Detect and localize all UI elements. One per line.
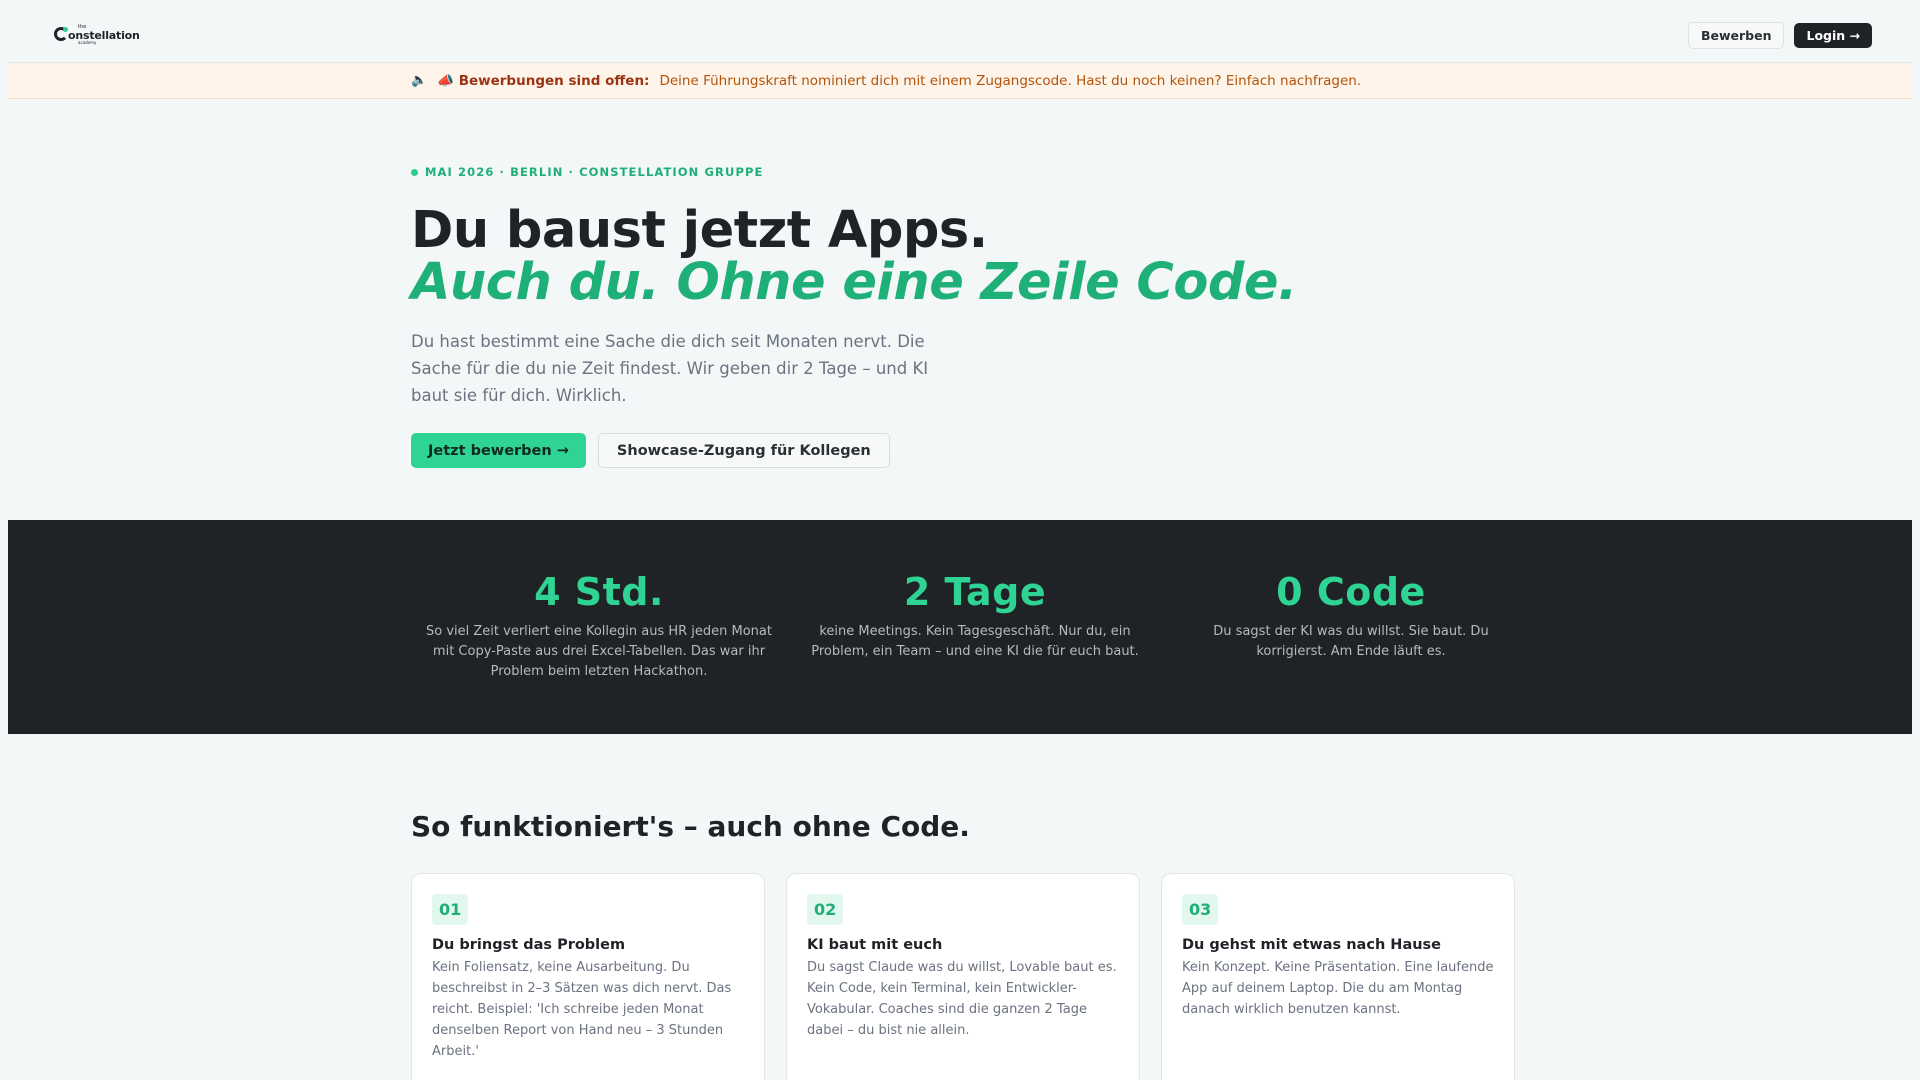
hero-headline: Du baust jetzt Apps.: [411, 201, 988, 260]
step-title: Du bringst das Problem: [432, 937, 626, 953]
stat-desc: keine Meetings. Kein Tagesgeschäft. Nur …: [811, 624, 1139, 659]
step-number-badge: 01: [432, 894, 469, 925]
step-card: 03 Du gehst mit etwas nach Hause Kein Ko…: [1161, 873, 1515, 1080]
step-card: 01 Du bringst das Problem Kein Foliensat…: [411, 873, 765, 1080]
eyebrow-text: MAI 2026 · BERLIN · CONSTELLATION GRUPPE: [425, 165, 764, 179]
showcase-access-button[interactable]: Showcase-Zugang für Kollegen: [597, 433, 890, 468]
section-title: So funktioniert's – auch ohne Code.: [411, 810, 970, 843]
stat-item: 2 Tage keine Meetings. Kein Tagesgeschäf…: [787, 520, 1163, 734]
stat-value: 2 Tage: [903, 570, 1047, 614]
logo[interactable]: the onstellation academy: [54, 23, 140, 47]
stat-item: 0 Code Du sagst der KI was du willst. Si…: [1163, 520, 1539, 734]
stat-value: 4 Std.: [534, 570, 664, 614]
logo-sub: academy: [78, 40, 97, 45]
banner-message: Deine Führungskraft nominiert dich mit e…: [659, 72, 1362, 89]
stats-band: 4 Std. So viel Zeit verliert eine Kolleg…: [8, 520, 1912, 734]
nav-apply-button[interactable]: Bewerben: [1687, 21, 1785, 49]
step-card: 02 KI baut mit euch Du sagst Claude was …: [786, 873, 1140, 1080]
stat-desc: Du sagst der KI was du willst. Sie baut.…: [1213, 624, 1489, 659]
login-button[interactable]: Login →: [1794, 22, 1872, 48]
how-it-works-section: So funktioniert's – auch ohne Code. 01 D…: [8, 734, 1912, 1080]
hero-headline-accent: Auch du. Ohne eine Zeile Code.: [411, 253, 1297, 312]
hero-eyebrow: MAI 2026 · BERLIN · CONSTELLATION GRUPPE: [411, 165, 1912, 179]
apply-now-button[interactable]: Jetzt bewerben →: [411, 433, 586, 468]
stat-value: 0 Code: [1276, 570, 1426, 614]
announcement-banner: 🔈 📣 Bewerbungen sind offen: Deine Führun…: [8, 63, 1912, 99]
step-title: KI baut mit euch: [807, 937, 943, 953]
step-body: Kein Konzept. Keine Präsentation. Eine l…: [1182, 960, 1494, 1017]
step-number-badge: 03: [1182, 894, 1219, 925]
hero-section: MAI 2026 · BERLIN · CONSTELLATION GRUPPE…: [8, 99, 1912, 520]
stat-desc: So viel Zeit verliert eine Kollegin aus …: [426, 624, 772, 679]
logo-mark-icon: [54, 23, 74, 47]
step-number-badge: 02: [807, 894, 844, 925]
top-nav: the onstellation academy Bewerben Login …: [8, 8, 1912, 63]
stat-item: 4 Std. So viel Zeit verliert eine Kolleg…: [411, 520, 787, 734]
step-title: Du gehst mit etwas nach Hause: [1182, 937, 1442, 953]
status-dot-icon: [411, 168, 418, 176]
speaker-icon: 🔈: [411, 73, 428, 88]
banner-lead: 📣 Bewerbungen sind offen:: [437, 72, 650, 89]
page: the onstellation academy Bewerben Login …: [8, 8, 1912, 1080]
step-body: Du sagst Claude was du willst, Lovable b…: [807, 960, 1117, 1038]
hero-lede: Du hast bestimmt eine Sache die dich sei…: [411, 332, 929, 405]
step-body: Kein Foliensatz, keine Ausarbeitung. Du …: [432, 960, 732, 1059]
